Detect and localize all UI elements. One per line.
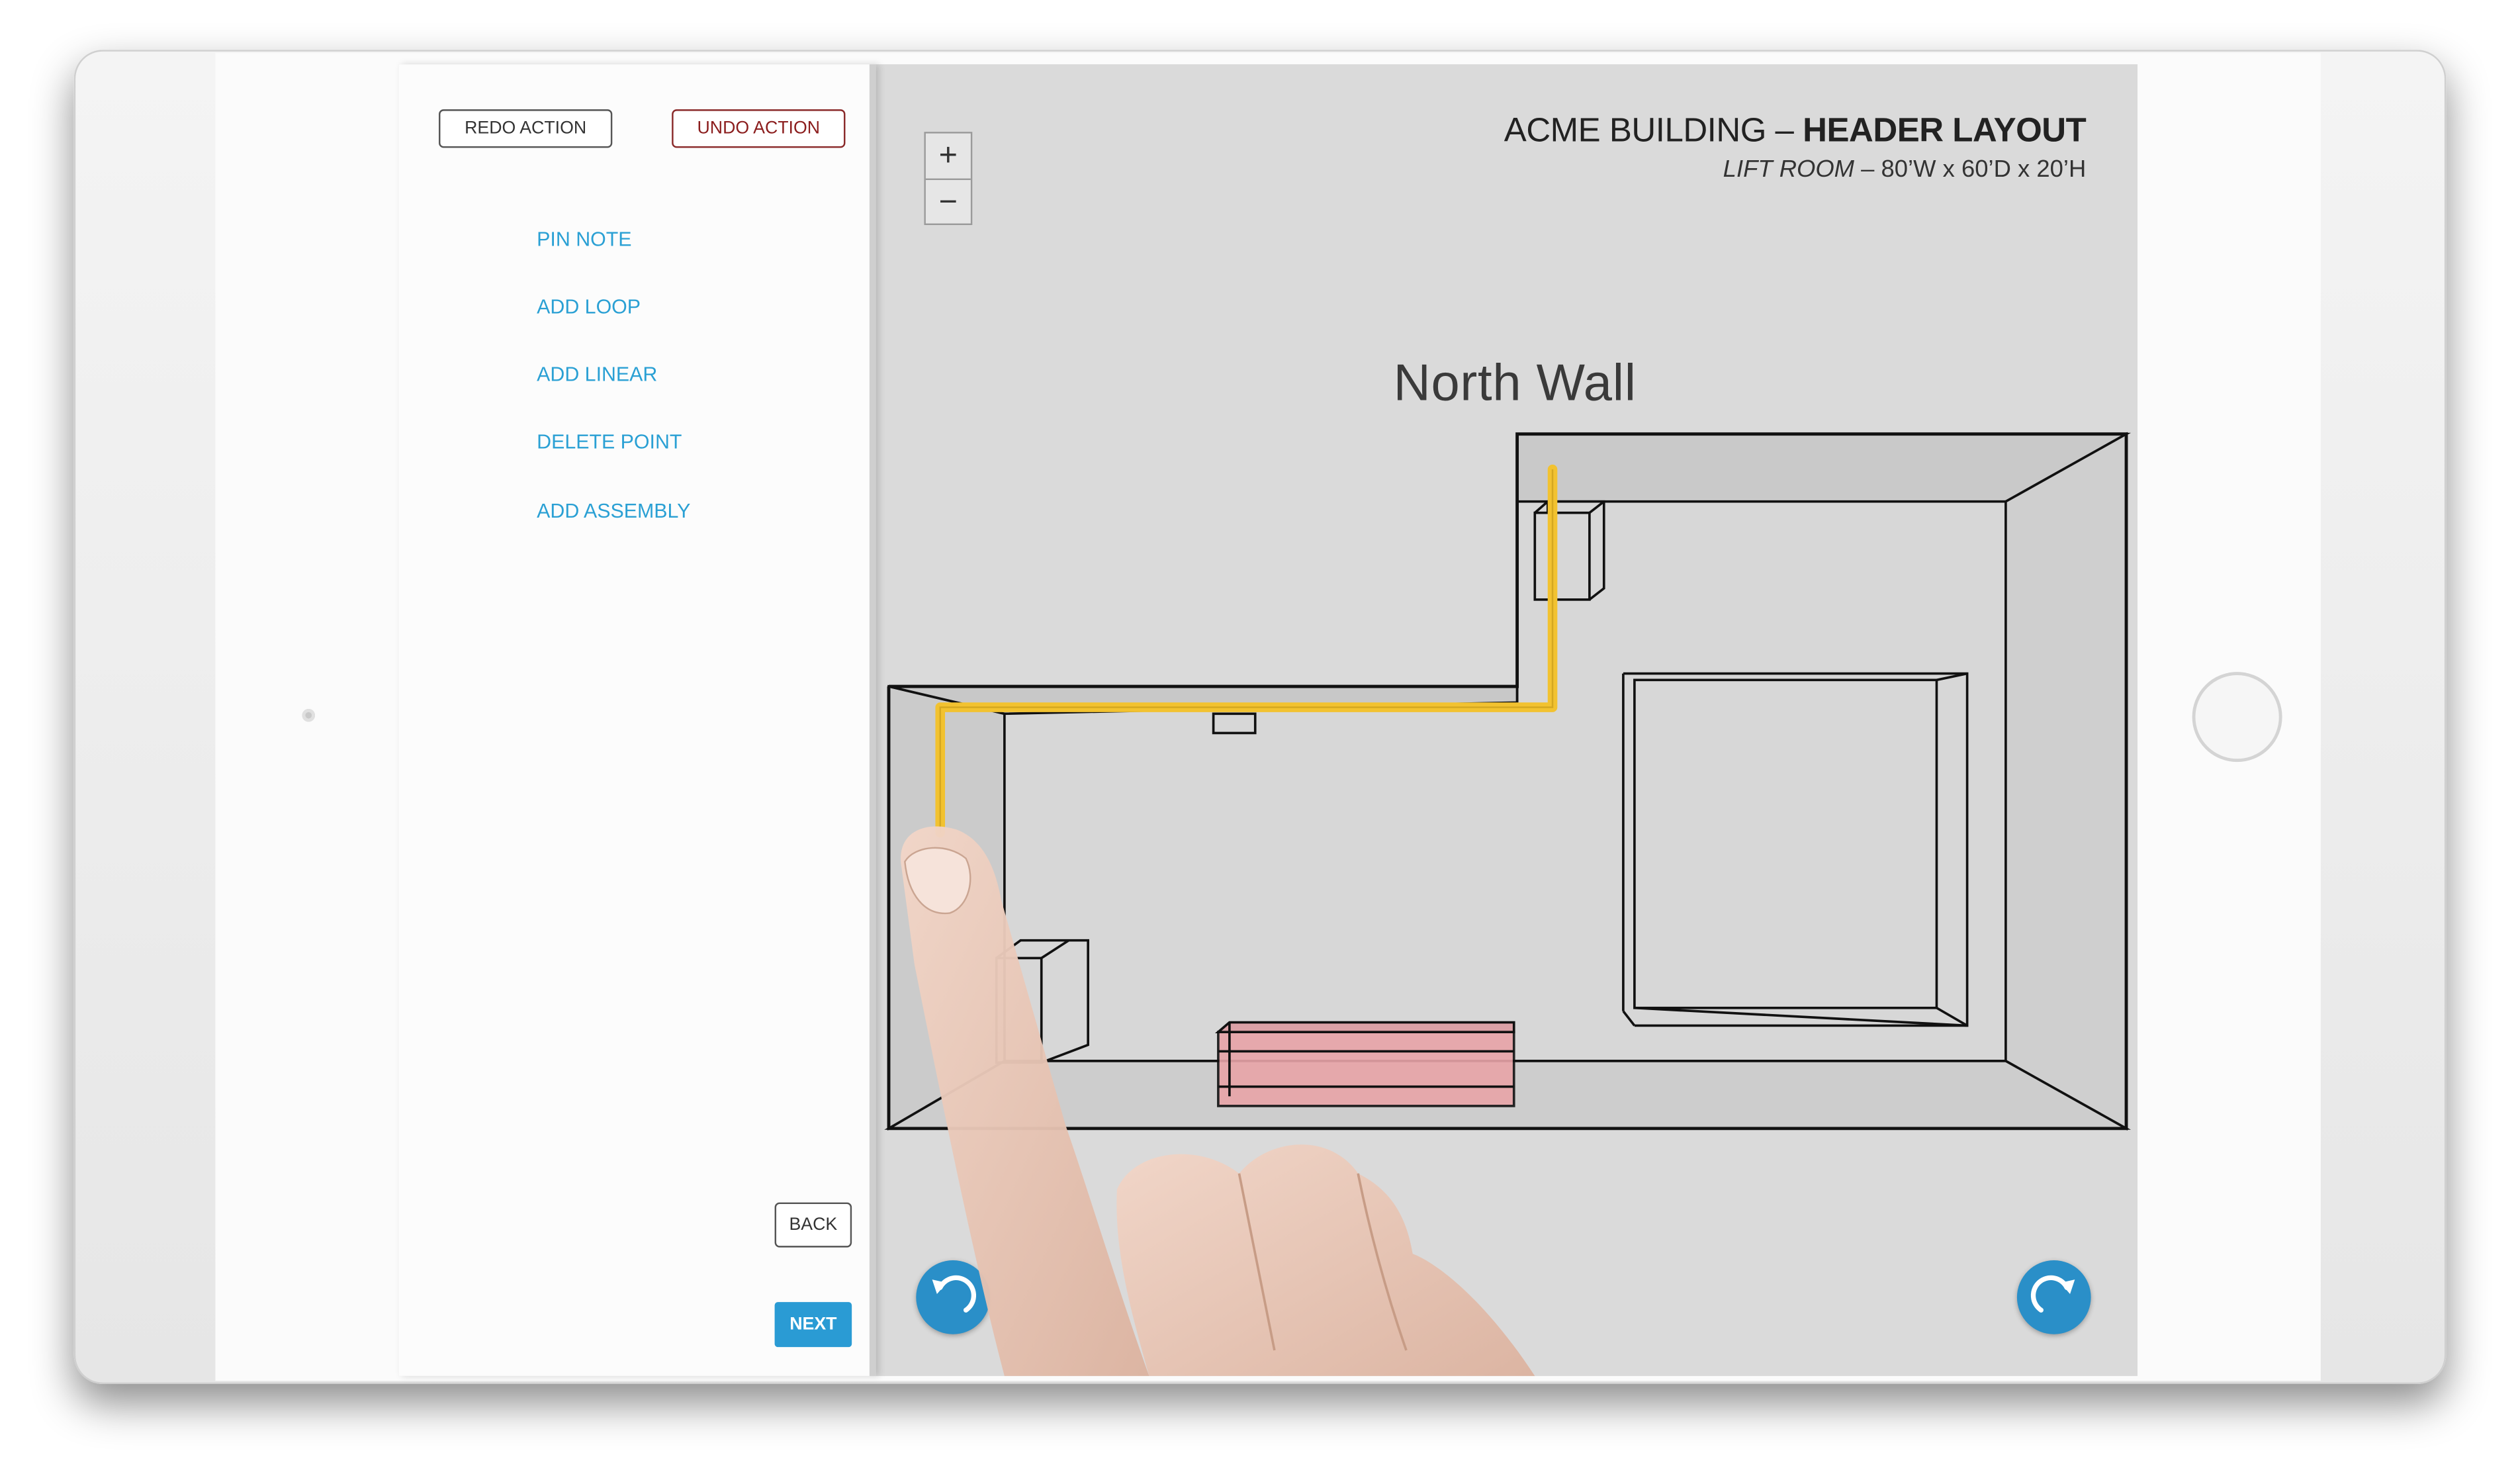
title-prefix: ACME BUILDING –: [1504, 113, 1803, 150]
zoom-control: + −: [924, 132, 973, 226]
subtitle-dims: – 80’W x 60’D x 20’H: [1854, 156, 2087, 183]
east-wall-band: [2004, 432, 2128, 1131]
back-button[interactable]: BACK: [774, 1202, 852, 1248]
rotate-left-button[interactable]: [916, 1260, 991, 1334]
home-button[interactable]: [2192, 672, 2282, 763]
west-wall-band: [887, 684, 1006, 1131]
redo-action-button[interactable]: REDO ACTION: [439, 109, 613, 148]
rotate-right-button[interactable]: [2016, 1260, 2091, 1334]
add-assembly-item[interactable]: ADD ASSEMBLY: [537, 500, 690, 522]
layout-canvas[interactable]: + − ACME BUILDING – HEADER LAYOUT LIFT R…: [876, 64, 2138, 1376]
highlighted-block: [1214, 1021, 1515, 1107]
delete-point-item[interactable]: DELETE POINT: [537, 431, 682, 453]
rotate-left-icon: [932, 1275, 977, 1313]
tool-sidebar: REDO ACTION UNDO ACTION PIN NOTE ADD LOO…: [398, 64, 876, 1376]
rotate-right-icon: [2030, 1275, 2075, 1313]
wall-label: North Wall: [1393, 353, 1637, 412]
zoom-in-button[interactable]: +: [925, 134, 971, 181]
subtitle-room: LIFT ROOM: [1723, 156, 1855, 183]
undo-action-button[interactable]: UNDO ACTION: [672, 109, 846, 148]
page-subtitle: LIFT ROOM – 80’W x 60’D x 20’H: [1504, 156, 2087, 183]
next-button[interactable]: NEXT: [774, 1302, 852, 1348]
page-title: ACME BUILDING – HEADER LAYOUT: [1504, 113, 2087, 151]
camera-icon: [302, 709, 316, 722]
app-screen: REDO ACTION UNDO ACTION PIN NOTE ADD LOO…: [398, 64, 2138, 1376]
zoom-out-button[interactable]: −: [926, 180, 971, 225]
pin-note-item[interactable]: PIN NOTE: [537, 228, 631, 251]
add-linear-item[interactable]: ADD LINEAR: [537, 363, 657, 386]
title-bold: HEADER LAYOUT: [1803, 113, 2087, 150]
layout-header: ACME BUILDING – HEADER LAYOUT LIFT ROOM …: [1504, 113, 2087, 183]
add-loop-item[interactable]: ADD LOOP: [537, 296, 641, 318]
room-plan[interactable]: [876, 64, 2138, 1376]
